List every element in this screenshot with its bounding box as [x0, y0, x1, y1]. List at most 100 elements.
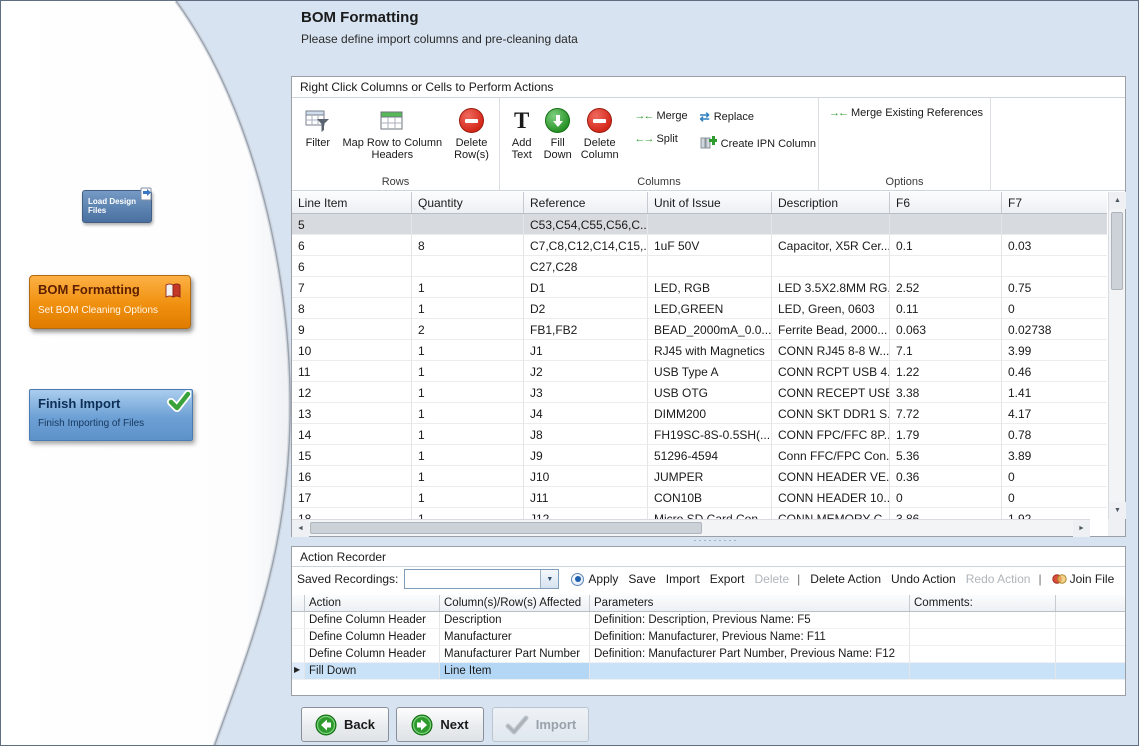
cell[interactable]: Description — [440, 612, 590, 629]
cell[interactable]: 16 — [292, 466, 412, 487]
action-row[interactable]: Define Column HeaderDescriptionDefinitio… — [292, 612, 1125, 629]
filter-button[interactable]: Filter — [298, 103, 338, 150]
cell[interactable]: 1 — [412, 508, 524, 519]
cell[interactable]: LED,GREEN — [648, 298, 772, 319]
undo-action-command[interactable]: Undo Action — [891, 572, 956, 586]
map-row-to-column-headers-button[interactable]: Map Row to Column Headers — [340, 103, 445, 162]
cell[interactable]: 3.99 — [1002, 340, 1107, 361]
cell[interactable]: 1 — [412, 445, 524, 466]
table-row[interactable]: 92FB1,FB2BEAD_2000mA_0.0...Ferrite Bead,… — [292, 319, 1107, 340]
cell[interactable]: 6 — [292, 235, 412, 256]
saved-recordings-combobox[interactable]: ▼ — [404, 569, 559, 589]
step-bom-formatting[interactable]: BOM Formatting Set BOM Cleaning Options — [29, 275, 191, 329]
cell[interactable]: C27,C28 — [524, 256, 648, 277]
cell[interactable]: J12 — [524, 508, 648, 519]
cell[interactable]: 9 — [292, 319, 412, 340]
cell[interactable]: 3.89 — [1002, 445, 1107, 466]
cell[interactable]: CON10B — [648, 487, 772, 508]
cell[interactable]: 0 — [1002, 466, 1107, 487]
cell[interactable] — [890, 256, 1002, 277]
cell[interactable]: LED, Green, 0603 — [772, 298, 890, 319]
cell[interactable]: Manufacturer Part Number — [440, 646, 590, 663]
cell[interactable]: 1.92 — [1002, 508, 1107, 519]
cell[interactable]: CONN SKT DDR1 S... — [772, 403, 890, 424]
cell[interactable]: 1 — [412, 424, 524, 445]
cell[interactable]: 2 — [412, 319, 524, 340]
column-header[interactable]: Parameters — [590, 595, 910, 611]
cell[interactable] — [890, 214, 1002, 235]
action-row[interactable]: Define Column HeaderManufacturer Part Nu… — [292, 646, 1125, 663]
table-row[interactable]: 181J12Micro SD Card Con...CONN MEMORY C.… — [292, 508, 1107, 519]
cell[interactable]: 7.1 — [890, 340, 1002, 361]
cell[interactable]: Conn FFC/FPC Con... — [772, 445, 890, 466]
scroll-left-icon[interactable]: ◄ — [292, 520, 309, 537]
cell[interactable]: 0 — [1002, 487, 1107, 508]
splitter-handle[interactable]: ········· — [661, 535, 771, 545]
column-header[interactable]: Action — [305, 595, 440, 611]
delete-column-button[interactable]: Delete Column — [578, 103, 621, 162]
cell[interactable]: 2.52 — [890, 277, 1002, 298]
cell[interactable]: 0.03 — [1002, 235, 1107, 256]
column-header[interactable]: F7 — [1002, 192, 1107, 213]
cell[interactable]: USB OTG — [648, 382, 772, 403]
cell[interactable]: LED, RGB — [648, 277, 772, 298]
cell[interactable]: 5.36 — [890, 445, 1002, 466]
table-row[interactable]: 171J11CON10BCONN HEADER 10...00 — [292, 487, 1107, 508]
cell[interactable]: 14 — [292, 424, 412, 445]
combobox-dropdown-icon[interactable]: ▼ — [540, 570, 558, 588]
cell[interactable]: 8 — [292, 298, 412, 319]
cell[interactable]: 0.36 — [890, 466, 1002, 487]
table-row[interactable]: 161J10JUMPERCONN HEADER VE...0.360 — [292, 466, 1107, 487]
cell[interactable]: D1 — [524, 277, 648, 298]
cell[interactable]: 1 — [412, 403, 524, 424]
cell[interactable]: J4 — [524, 403, 648, 424]
cell[interactable]: RJ45 with Magnetics — [648, 340, 772, 361]
cell[interactable]: 1 — [412, 487, 524, 508]
add-text-button[interactable]: T Add Text — [506, 103, 537, 162]
table-row[interactable]: 68C7,C8,C12,C14,C15,...1uF 50VCapacitor,… — [292, 235, 1107, 256]
step-finish-import[interactable]: Finish Import Finish Importing of Files — [29, 389, 193, 441]
cell[interactable]: 0 — [890, 487, 1002, 508]
cell[interactable]: 6 — [292, 256, 412, 277]
cell[interactable]: 0.02738 — [1002, 319, 1107, 340]
fill-down-button[interactable]: Fill Down — [539, 103, 576, 162]
cell[interactable] — [772, 214, 890, 235]
export-command[interactable]: Export — [710, 572, 745, 586]
cell[interactable]: 11 — [292, 361, 412, 382]
cell[interactable]: 3.86 — [890, 508, 1002, 519]
table-row[interactable]: 141J8FH19SC-8S-0.5SH(...CONN FPC/FFC 8P.… — [292, 424, 1107, 445]
table-row[interactable]: 81D2LED,GREENLED, Green, 06030.110 — [292, 298, 1107, 319]
column-header[interactable]: Quantity — [412, 192, 524, 213]
cell[interactable]: CONN RECEPT USB... — [772, 382, 890, 403]
cell[interactable]: C53,C54,C55,C56,C... — [524, 214, 648, 235]
cell[interactable]: J11 — [524, 487, 648, 508]
cell[interactable]: C7,C8,C12,C14,C15,... — [524, 235, 648, 256]
cell[interactable]: LED 3.5X2.8MM RG... — [772, 277, 890, 298]
cell[interactable]: DIMM200 — [648, 403, 772, 424]
column-header[interactable]: Unit of Issue — [648, 192, 772, 213]
column-header[interactable]: Line Item — [292, 192, 412, 213]
cell[interactable]: FH19SC-8S-0.5SH(... — [648, 424, 772, 445]
cell[interactable]: 12 — [292, 382, 412, 403]
cell[interactable]: BEAD_2000mA_0.0... — [648, 319, 772, 340]
cell[interactable]: J2 — [524, 361, 648, 382]
table-row[interactable]: 151J951296-4594Conn FFC/FPC Con...5.363.… — [292, 445, 1107, 466]
create-ipn-column-button[interactable]: Create IPN Column — [700, 135, 816, 152]
cell[interactable]: 1 — [412, 361, 524, 382]
cell[interactable]: Capacitor, X5R Cer... — [772, 235, 890, 256]
delete-rows-button[interactable]: Delete Row(s) — [447, 103, 496, 162]
cell[interactable]: D2 — [524, 298, 648, 319]
cell[interactable] — [910, 629, 1056, 646]
cell[interactable]: 1.79 — [890, 424, 1002, 445]
cell[interactable]: Line Item — [440, 663, 590, 680]
import-command[interactable]: Import — [666, 572, 700, 586]
cell[interactable]: CONN RJ45 8-8 W... — [772, 340, 890, 361]
table-row[interactable]: 111J2USB Type ACONN RCPT USB 4...1.220.4… — [292, 361, 1107, 382]
cell[interactable]: 1 — [412, 298, 524, 319]
cell[interactable]: 7 — [292, 277, 412, 298]
save-command[interactable]: Save — [628, 572, 655, 586]
table-row[interactable]: 101J1RJ45 with MagneticsCONN RJ45 8-8 W.… — [292, 340, 1107, 361]
cell[interactable]: 13 — [292, 403, 412, 424]
cell[interactable]: USB Type A — [648, 361, 772, 382]
cell[interactable]: Define Column Header — [305, 629, 440, 646]
